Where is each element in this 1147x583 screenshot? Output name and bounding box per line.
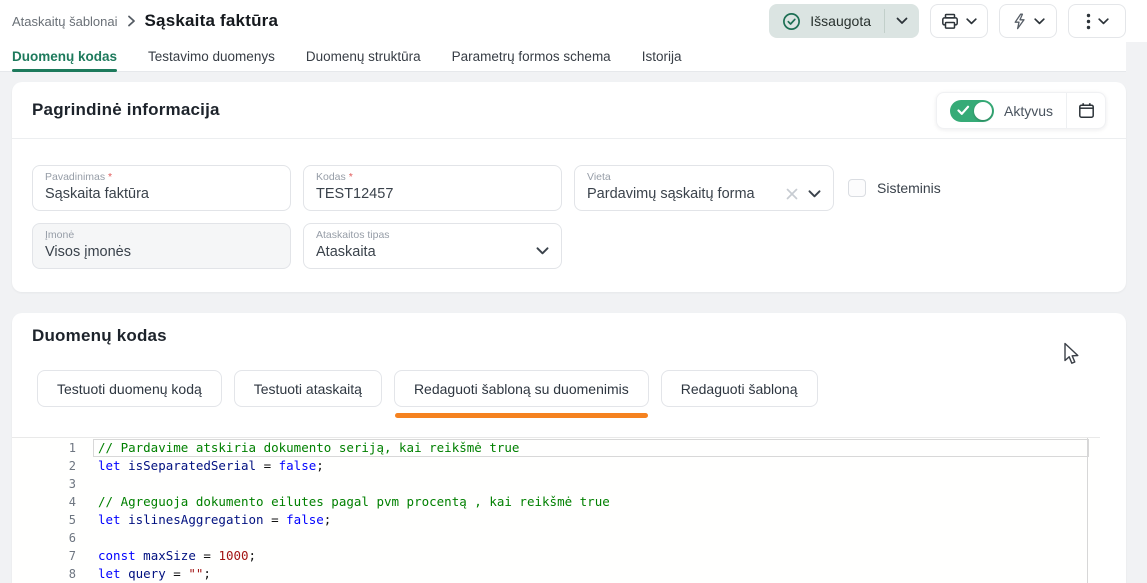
lightning-icon bbox=[1012, 13, 1027, 30]
tab-istorija[interactable]: Istorija bbox=[642, 42, 682, 71]
active-toggle[interactable]: Aktyvus bbox=[937, 93, 1066, 128]
imone-field: Įmonė Visos įmonės bbox=[32, 223, 291, 269]
tab-bar: Duomenų kodas Testavimo duomenys Duomenų s… bbox=[0, 42, 1126, 72]
checkbox-icon[interactable] bbox=[848, 179, 866, 197]
line-number: 6 bbox=[12, 529, 98, 547]
status-controls: Aktyvus bbox=[936, 92, 1106, 129]
action-button-testuoti-duomenų-kodą[interactable]: Testuoti duomenų kodą bbox=[37, 370, 222, 407]
line-number: 4 bbox=[12, 493, 98, 511]
ataskaitos-tipas-value: Ataskaita bbox=[316, 244, 536, 260]
code-line[interactable]: 3 bbox=[12, 475, 1100, 493]
line-number: 8 bbox=[12, 565, 98, 583]
kodas-value: TEST12457 bbox=[316, 186, 549, 202]
action-button-redaguoti-šabloną-su-duomenimis[interactable]: Redaguoti šabloną su duomenimis bbox=[394, 370, 649, 407]
tab-testavimo-duomenys[interactable]: Testavimo duomenys bbox=[148, 42, 275, 71]
printer-icon bbox=[941, 13, 959, 30]
code-card-title: Duomenų kodas bbox=[32, 326, 167, 346]
saved-status-label: Išsaugota bbox=[810, 13, 871, 29]
code-text: // Agreguoja dokumento eilutes pagal pvm… bbox=[98, 493, 610, 511]
chevron-down-icon[interactable] bbox=[536, 247, 549, 255]
toggle-switch-icon[interactable] bbox=[950, 100, 994, 122]
chevron-down-icon[interactable] bbox=[808, 190, 821, 198]
code-line[interactable]: 5let islinesAggregation = false; bbox=[12, 511, 1100, 529]
top-bar: Ataskaitų šablonai Sąskaita faktūra Išsa… bbox=[0, 0, 1147, 42]
kodas-field[interactable]: Kodas * TEST12457 bbox=[303, 165, 562, 211]
automation-dropdown-button[interactable] bbox=[999, 4, 1057, 38]
code-actions: Testuoti duomenų kodą Testuoti ataskaitą R… bbox=[37, 370, 818, 407]
line-number: 2 bbox=[12, 457, 98, 475]
line-number: 7 bbox=[12, 547, 98, 565]
tab-parametrų-formos-schema[interactable]: Parametrų formos schema bbox=[452, 42, 611, 71]
breadcrumb-parent-link[interactable]: Ataskaitų šablonai bbox=[12, 14, 118, 29]
calendar-button[interactable] bbox=[1067, 93, 1105, 128]
code-text: let islinesAggregation = false; bbox=[98, 511, 331, 529]
page-title: Sąskaita faktūra bbox=[145, 11, 279, 31]
field-label: Įmonė bbox=[45, 229, 74, 241]
required-asterisk: * bbox=[349, 171, 353, 183]
code-text: let query = ""; bbox=[98, 565, 211, 583]
code-line[interactable]: 1// Pardavime atskiria dokumento seriją,… bbox=[12, 439, 1100, 457]
sisteminis-checkbox[interactable]: Sisteminis bbox=[848, 179, 941, 197]
vieta-value: Pardavimų sąskaitų forma bbox=[587, 186, 780, 202]
tab-duomenų-kodas[interactable]: Duomenų kodas bbox=[12, 42, 117, 71]
ataskaitos-tipas-select-field[interactable]: Ataskaitos tipas Ataskaita bbox=[303, 223, 562, 269]
pavadinimas-value: Sąskaita faktūra bbox=[45, 186, 278, 202]
code-line[interactable]: 4// Agreguoja dokumento eilutes pagal pv… bbox=[12, 493, 1100, 511]
main-info-card: Pagrindinė informacija Aktyvus Pavadinim… bbox=[12, 82, 1126, 292]
code-card: Duomenų kodas Testuoti duomenų kodąTestu… bbox=[12, 313, 1126, 583]
code-text: const maxSize = 1000; bbox=[98, 547, 256, 565]
saved-dropdown-toggle[interactable] bbox=[885, 17, 919, 25]
chevron-down-icon bbox=[1034, 18, 1045, 25]
sisteminis-label: Sisteminis bbox=[877, 180, 941, 196]
field-label: Ataskaitos tipas bbox=[316, 229, 390, 241]
imone-value: Visos įmonės bbox=[45, 244, 278, 260]
kebab-menu-icon bbox=[1086, 13, 1091, 30]
saved-split-button[interactable]: Išsaugota bbox=[769, 4, 919, 38]
info-card-title: Pagrindinė informacija bbox=[32, 100, 220, 120]
more-options-dropdown-button[interactable] bbox=[1068, 4, 1126, 38]
field-label: Pavadinimas bbox=[45, 171, 105, 183]
vieta-select-field[interactable]: Vieta Pardavimų sąskaitų forma bbox=[574, 165, 834, 211]
current-line-highlight bbox=[93, 439, 1089, 457]
calendar-icon bbox=[1078, 102, 1095, 119]
code-line[interactable]: 2let isSeparatedSerial = false; bbox=[12, 457, 1100, 475]
header-actions: Išsaugota bbox=[769, 4, 1126, 38]
required-asterisk: * bbox=[108, 171, 112, 183]
action-button-redaguoti-šabloną[interactable]: Redaguoti šabloną bbox=[661, 370, 818, 407]
code-line[interactable]: 8let query = ""; bbox=[12, 565, 1100, 583]
print-dropdown-button[interactable] bbox=[930, 4, 988, 38]
chevron-down-icon bbox=[966, 18, 977, 25]
clear-icon[interactable] bbox=[786, 188, 798, 200]
active-toggle-label: Aktyvus bbox=[1004, 103, 1053, 119]
line-number: 1 bbox=[12, 439, 98, 457]
code-line[interactable]: 7const maxSize = 1000; bbox=[12, 547, 1100, 565]
chevron-down-icon bbox=[1098, 18, 1109, 25]
line-number: 3 bbox=[12, 475, 98, 493]
code-editor[interactable]: 1// Pardavime atskiria dokumento seriją,… bbox=[12, 437, 1100, 583]
tab-duomenų-struktūra[interactable]: Duomenų struktūra bbox=[306, 42, 421, 71]
check-circle-icon bbox=[782, 12, 801, 31]
line-number: 5 bbox=[12, 511, 98, 529]
field-label: Kodas bbox=[316, 171, 346, 183]
code-line[interactable]: 6 bbox=[12, 529, 1100, 547]
action-button-testuoti-ataskaitą[interactable]: Testuoti ataskaitą bbox=[234, 370, 382, 407]
breadcrumb-chevron-icon bbox=[127, 15, 136, 27]
breadcrumb: Ataskaitų šablonai Sąskaita faktūra bbox=[12, 0, 278, 42]
code-text: let isSeparatedSerial = false; bbox=[98, 457, 324, 475]
pavadinimas-field[interactable]: Pavadinimas * Sąskaita faktūra bbox=[32, 165, 291, 211]
field-label: Vieta bbox=[587, 171, 611, 183]
